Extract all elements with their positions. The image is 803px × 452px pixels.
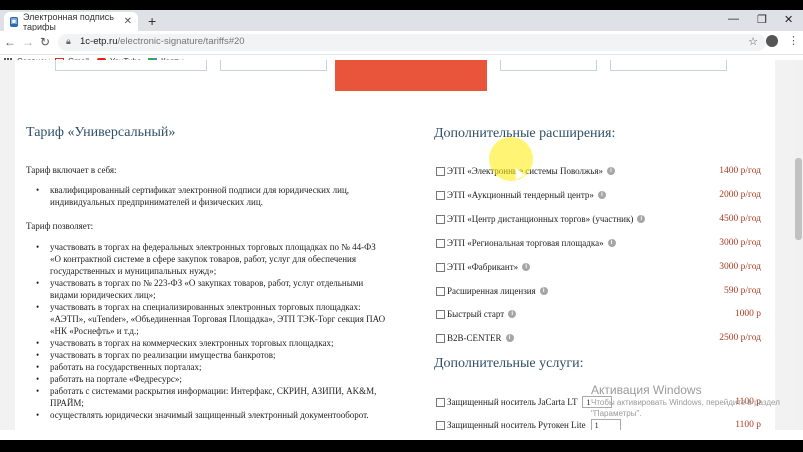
url-input[interactable]: 🔒︎ 1c-etp.ru/electronic-signature/tariff…	[58, 34, 766, 51]
info-icon[interactable]: i	[508, 310, 517, 318]
quantity-input[interactable]: 1	[590, 419, 621, 430]
address-bar: ← → ↻ 🔒︎ 1c-etp.ru/electronic-signature/…	[0, 31, 803, 55]
allows-list: участвовать в торгах на федеральных элек…	[26, 241, 386, 421]
tariff-tab-box[interactable]	[500, 60, 597, 71]
windows-activation-watermark: Активация Windows Чтобы активировать Win…	[591, 383, 781, 419]
list-item: участвовать в торгах на специализированн…	[26, 301, 386, 337]
watermark-text: Чтобы активировать Windows, перейдите в …	[591, 398, 780, 418]
list-item: осуществлять юридически значимый защищен…	[26, 409, 386, 421]
extension-row[interactable]: Расширенная лицензия i 590 р/год	[436, 284, 761, 298]
url-path: /electronic-signature/tariffs#20	[117, 36, 245, 47]
forward-icon[interactable]: →	[22, 35, 34, 49]
extension-checkbox[interactable]	[436, 166, 445, 176]
extension-row[interactable]: ЭТП «Центр дистанционных торгов» (участн…	[436, 212, 761, 226]
tab-bar: ▣ Электронная подпись тарифы ✕ + — ❐ ✕	[0, 10, 803, 32]
service-row[interactable]: Защищенный носитель Рутокен Lite 1 1100 …	[436, 418, 761, 430]
watermark-title: Активация Windows	[591, 383, 702, 397]
page-scrollbar[interactable]	[794, 60, 803, 430]
new-tab-icon[interactable]: +	[148, 13, 156, 29]
info-icon[interactable]: i	[539, 287, 548, 295]
lock-icon: 🔒︎	[66, 37, 71, 47]
info-icon[interactable]: i	[637, 215, 646, 223]
list-item: работать с системами раскрытия информаци…	[26, 385, 386, 409]
tariff-content: Тариф «Универсальный» Тариф включает в с…	[15, 60, 775, 430]
service-checkbox[interactable]	[436, 420, 445, 430]
extension-checkbox[interactable]	[436, 238, 445, 248]
minimize-icon[interactable]: —	[728, 13, 739, 25]
restore-icon[interactable]: ❐	[757, 13, 767, 26]
extension-checkbox[interactable]	[436, 214, 445, 224]
extension-row[interactable]: ЭТП «Электронные системы Поволжья» i 140…	[436, 164, 761, 178]
extension-checkbox[interactable]	[436, 262, 445, 272]
page-viewport: Тариф «Универсальный» Тариф включает в с…	[0, 60, 794, 430]
includes-label: Тариф включает в себя:	[26, 165, 117, 175]
list-item: квалифицированный сертификат электронной…	[26, 184, 366, 208]
list-item: участвовать в торгах на коммерческих эле…	[26, 337, 386, 349]
extension-row[interactable]: ЭТП «Региональная торговая площадка» i 3…	[436, 236, 761, 250]
bookmark-star-icon[interactable]: ☆	[748, 35, 758, 48]
extension-row[interactable]: ЭТП «Аукционный тендерный центр» i 2000 …	[436, 188, 761, 202]
site-favicon-icon: ▣	[10, 16, 18, 27]
extension-checkbox[interactable]	[436, 190, 445, 200]
scrollbar-thumb[interactable]	[795, 158, 802, 240]
account-avatar-icon[interactable]	[766, 35, 778, 47]
list-item: участвовать в торгах по № 223-ФЗ «О заку…	[26, 277, 386, 301]
service-checkbox[interactable]	[436, 397, 445, 407]
info-icon[interactable]: i	[606, 167, 615, 175]
info-icon[interactable]: i	[522, 263, 531, 271]
tariff-title: Тариф «Универсальный»	[26, 125, 176, 140]
menu-dots-icon[interactable]: ⋮	[788, 34, 799, 47]
extension-checkbox[interactable]	[436, 309, 445, 319]
tariff-tab-box[interactable]	[220, 60, 327, 71]
list-item: участвовать в торгах на федеральных элек…	[26, 241, 386, 277]
reload-icon[interactable]: ↻	[40, 35, 50, 49]
info-icon[interactable]: i	[597, 191, 606, 199]
includes-list: квалифицированный сертификат электронной…	[26, 184, 366, 208]
extension-row[interactable]: Быстрый старт i 1000 р	[436, 307, 761, 321]
tab-title: Электронная подпись тарифы	[22, 11, 114, 32]
extension-row[interactable]: B2B-CENTER i 2500 р/год	[436, 331, 761, 345]
extension-checkbox[interactable]	[436, 333, 445, 343]
extensions-title: Дополнительные расширения:	[434, 126, 616, 141]
list-item: работать на портале «Федресурс»;	[26, 373, 386, 385]
tariff-tab-box[interactable]	[55, 60, 207, 71]
tariff-tab-active[interactable]	[335, 60, 487, 91]
tariff-tab-box[interactable]	[610, 60, 727, 71]
cursor-highlight	[489, 137, 533, 181]
back-icon[interactable]: ←	[4, 35, 16, 49]
list-item: работать на государственных порталах;	[26, 361, 386, 373]
url-host: 1c-etp.ru	[80, 36, 118, 47]
list-item: участвовать в торгах по реализации имуще…	[26, 349, 386, 361]
close-window-icon[interactable]: ✕	[784, 13, 793, 26]
allows-label: Тариф позволяет:	[26, 221, 94, 231]
info-icon[interactable]: i	[607, 239, 616, 247]
close-tab-icon[interactable]: ✕	[124, 16, 132, 27]
info-icon[interactable]: i	[505, 334, 514, 342]
extension-checkbox[interactable]	[436, 286, 445, 296]
services-title: Дополнительные услуги:	[434, 356, 584, 371]
extension-row[interactable]: ЭТП «Фабрикант» i 3000 р/год	[436, 260, 761, 274]
tab-active[interactable]: ▣ Электронная подпись тарифы ✕	[4, 11, 138, 32]
